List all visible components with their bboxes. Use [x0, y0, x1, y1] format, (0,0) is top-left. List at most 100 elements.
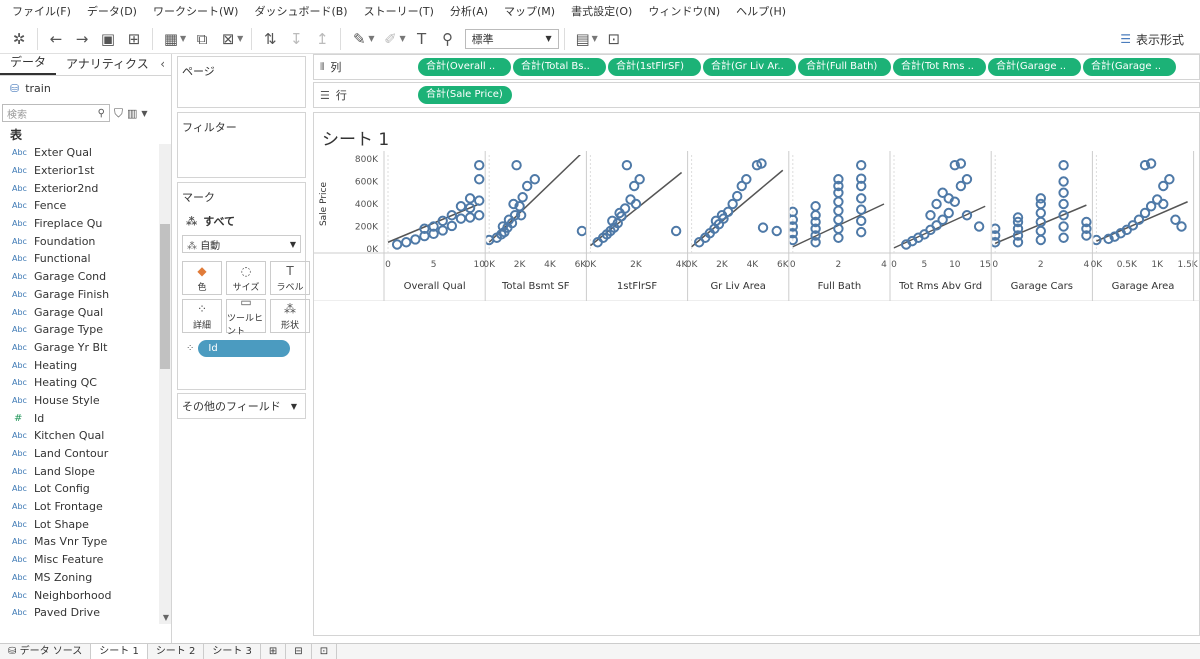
scatter-point[interactable] — [1164, 174, 1175, 185]
new-worksheet-tab-icon[interactable]: ⊞ — [261, 643, 287, 659]
chevron-down-icon[interactable]: ▼ — [368, 34, 374, 43]
save-icon[interactable]: ▣ — [95, 26, 121, 52]
scatter-point[interactable] — [1035, 207, 1046, 219]
measure-pill[interactable]: 合計(Gr Liv Ar.. — [703, 58, 796, 76]
scatter-point[interactable] — [931, 198, 942, 210]
scatter-point[interactable] — [925, 210, 936, 221]
columns-shelf[interactable]: ⦀ 列 合計(Overall .. 合計(Total Bs.. 合計(1stFlrS… — [313, 54, 1200, 80]
measure-pill[interactable]: 合計(Overall .. — [418, 58, 511, 76]
scatter-point[interactable] — [474, 195, 485, 206]
field-item[interactable]: Abc Fireplace Qu — [0, 215, 171, 233]
scatter-point[interactable] — [833, 196, 844, 207]
mark-type-select[interactable]: ⁂ 自動 ▼ — [182, 235, 301, 253]
add-datasource-icon[interactable]: ⊞ — [121, 26, 147, 52]
chevron-down-icon[interactable]: ▼ — [141, 109, 147, 118]
menu-item[interactable]: データ(D) — [79, 0, 145, 24]
tab-data[interactable]: データ — [0, 52, 57, 75]
scatter-point[interactable] — [391, 239, 403, 250]
field-item[interactable]: # Id — [0, 409, 171, 427]
scatter-point[interactable] — [437, 225, 448, 236]
field-item[interactable]: Abc Garage Qual — [0, 303, 171, 321]
scatter-point[interactable] — [1170, 214, 1181, 225]
scatter-point[interactable] — [833, 232, 844, 243]
view-options-icon[interactable]: ▥ — [127, 107, 137, 120]
mark-button-color[interactable]: ◆ 色 — [182, 261, 222, 295]
filter-icon[interactable]: ⛉ — [114, 106, 123, 121]
scatter-point[interactable] — [1058, 232, 1069, 243]
field-item[interactable]: Abc Foundation — [0, 232, 171, 250]
field-item[interactable]: Abc Land Slope — [0, 462, 171, 480]
field-item[interactable]: Abc Functional — [0, 250, 171, 268]
field-item[interactable]: Abc Garage Cond — [0, 268, 171, 286]
field-item[interactable]: Abc Lot Config — [0, 480, 171, 498]
scatter-point[interactable] — [446, 220, 458, 232]
scatter-point[interactable] — [576, 225, 587, 237]
scatter-point[interactable] — [474, 159, 485, 171]
scatter-point[interactable] — [771, 225, 782, 237]
chevron-down-icon[interactable]: ▼ — [592, 34, 598, 43]
field-item[interactable]: AbcPool QC — [0, 622, 171, 625]
field-item[interactable]: Abc Heating — [0, 356, 171, 374]
field-item[interactable]: Abc Exterior2nd — [0, 179, 171, 197]
rows-shelf[interactable]: ☰ 行 合計(Sale Price) — [313, 82, 1200, 108]
measure-pill[interactable]: 合計(Total Bs.. — [513, 58, 606, 76]
trend-line[interactable] — [994, 204, 1087, 245]
measure-pill[interactable]: 合計(1stFlrSF) — [608, 58, 701, 76]
scatter-point[interactable] — [1058, 198, 1069, 210]
scatter-point[interactable] — [937, 187, 948, 198]
field-item[interactable]: Abc Fence — [0, 197, 171, 215]
fit-select[interactable]: 標準 ▼ — [464, 28, 559, 49]
tab-analytics[interactable]: アナリティクス — [56, 54, 159, 75]
datasource-item[interactable]: ⛁ train — [0, 76, 171, 100]
measure-pill[interactable]: 合計(Full Bath) — [798, 58, 891, 76]
scatter-point[interactable] — [856, 204, 867, 215]
scatter-point[interactable] — [522, 180, 533, 192]
scatter-point[interactable] — [973, 221, 985, 232]
scatter-point[interactable] — [464, 193, 476, 204]
pages-card[interactable]: ページ — [177, 56, 306, 108]
scrollbar-thumb[interactable] — [160, 224, 170, 369]
mark-button-tooltip[interactable]: ▭ ツールヒント — [226, 295, 266, 337]
field-item[interactable]: Abc Exterior1st — [0, 162, 171, 180]
more-fields-dropdown[interactable]: その他のフィールド ▼ — [177, 393, 306, 419]
duplicate-sheet-icon[interactable]: ⧉ — [189, 26, 215, 52]
field-item[interactable]: Abc Garage Type — [0, 321, 171, 339]
scatter-point[interactable] — [1058, 159, 1069, 171]
measure-pill[interactable]: 合計(Tot Rms .. — [893, 58, 986, 76]
scatter-point[interactable] — [856, 215, 867, 227]
tab-sheet-2[interactable]: シート 2 — [148, 643, 205, 659]
mark-button-label[interactable]: T ラベル — [270, 261, 310, 295]
menu-item[interactable]: ウィンドウ(N) — [640, 0, 728, 24]
marks-all-item[interactable]: ⁂ すべて — [178, 211, 305, 231]
show-mark-labels-icon[interactable]: T — [409, 26, 435, 52]
field-item[interactable]: Abc Kitchen Qual — [0, 427, 171, 445]
scatter-point[interactable] — [856, 226, 867, 238]
field-item[interactable]: Abc Mas Vnr Type — [0, 533, 171, 551]
field-item[interactable]: Abc Heating QC — [0, 374, 171, 392]
tab-datasource[interactable]: ⛁ データ ソース — [0, 643, 92, 659]
field-item[interactable]: Abc Lot Frontage — [0, 498, 171, 516]
tab-sheet-1[interactable]: シート 1 — [91, 643, 148, 659]
chevron-down-icon[interactable]: ▼ — [399, 34, 405, 43]
field-item[interactable]: Abc Lot Shape — [0, 515, 171, 533]
scatter-point[interactable] — [1035, 234, 1046, 246]
chevron-down-icon[interactable]: ▼ — [237, 34, 243, 43]
scatter-point[interactable] — [833, 214, 844, 225]
measure-pill[interactable]: 合計(Garage .. — [988, 58, 1081, 76]
redo-icon[interactable]: → — [69, 26, 95, 52]
scatter-point[interactable] — [1158, 198, 1169, 210]
scatter-point[interactable] — [634, 174, 645, 185]
undo-icon[interactable]: ← — [43, 26, 69, 52]
scatter-point[interactable] — [732, 190, 743, 202]
field-item[interactable]: Abc MS Zoning — [0, 569, 171, 587]
mark-button-detail[interactable]: ⁘ 詳細 — [182, 299, 222, 333]
mark-button-shape[interactable]: ⁂ 形状 — [270, 299, 310, 333]
menu-item[interactable]: ファイル(F) — [4, 0, 79, 24]
scatter-point[interactable] — [517, 192, 528, 203]
scroll-down-icon[interactable]: ▼ — [163, 613, 169, 622]
field-item[interactable]: Abc Garage Finish — [0, 286, 171, 304]
menu-item[interactable]: ストーリー(T) — [356, 0, 442, 24]
presentation-mode-icon[interactable]: ⊡ — [601, 26, 627, 52]
menu-item[interactable]: ダッシュボード(B) — [246, 0, 355, 24]
scatter-point[interactable] — [464, 212, 476, 223]
